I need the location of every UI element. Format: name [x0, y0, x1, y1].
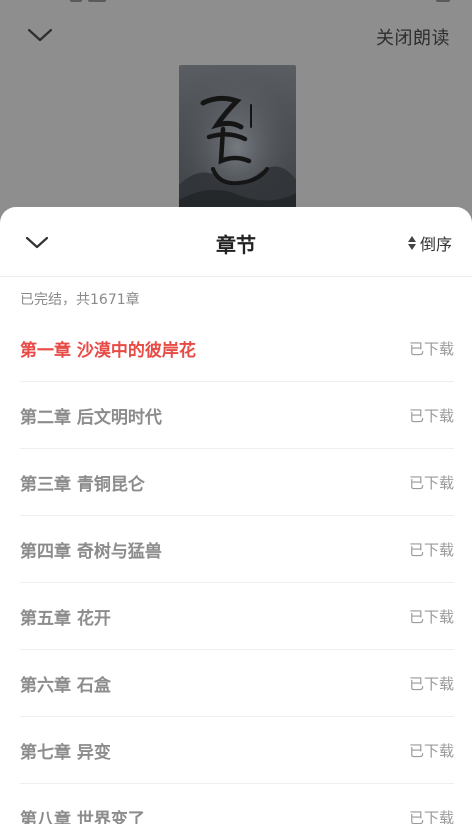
- chapter-title: 第三章 青铜昆仑: [20, 474, 145, 495]
- sheet-title: 章节: [216, 233, 256, 257]
- chapter-row[interactable]: 第五章 花开 已下载: [20, 583, 454, 650]
- chapter-title: 第四章 奇树与猛兽: [20, 541, 162, 562]
- download-status: 已下载: [408, 674, 454, 693]
- chapter-title: 第七章 异变: [20, 742, 111, 763]
- status-icon: [70, 0, 82, 2]
- status-icon: [88, 0, 106, 2]
- download-status: 已下载: [408, 406, 454, 425]
- chapter-row[interactable]: 第七章 异变 已下载: [20, 717, 454, 784]
- chevron-down-icon[interactable]: [24, 22, 56, 48]
- download-status: 已下载: [408, 741, 454, 760]
- chapter-row[interactable]: 第六章 石盒 已下载: [20, 650, 454, 717]
- battery-icon: [436, 0, 450, 2]
- book-summary: 已完结，共1671章: [20, 292, 140, 308]
- chapter-row[interactable]: 第八章 世界变了 已下载: [20, 784, 454, 824]
- chapter-title: 第一章 沙漠中的彼岸花: [20, 340, 196, 361]
- chapter-row[interactable]: 第四章 奇树与猛兽 已下载: [20, 516, 454, 583]
- chapter-sheet: 章节 倒序 已完结，共1671章 第一章 沙漠中的彼岸花 已下载 第二章 后文明…: [0, 207, 472, 824]
- chapter-row[interactable]: 第三章 青铜昆仑 已下载: [20, 449, 454, 516]
- chapter-list: 第一章 沙漠中的彼岸花 已下载 第二章 后文明时代 已下载 第三章 青铜昆仑 已…: [0, 315, 472, 824]
- player-backdrop: 关闭朗读: [0, 0, 472, 240]
- cover-art: [179, 65, 296, 215]
- sort-toggle-button[interactable]: 倒序: [407, 231, 452, 255]
- sheet-header: 章节 倒序: [0, 207, 472, 277]
- book-cover: [179, 65, 296, 215]
- close-reading-button[interactable]: 关闭朗读: [376, 24, 450, 50]
- status-bar: [0, 0, 472, 2]
- download-status: 已下载: [408, 339, 454, 358]
- download-status: 已下载: [408, 607, 454, 626]
- download-status: 已下载: [408, 808, 454, 824]
- download-status: 已下载: [408, 473, 454, 492]
- chapter-row[interactable]: 第一章 沙漠中的彼岸花 已下载: [20, 315, 454, 382]
- sort-icon: [407, 236, 416, 250]
- chapter-title: 第五章 花开: [20, 608, 111, 629]
- chapter-title: 第六章 石盒: [20, 675, 111, 696]
- sort-label: 倒序: [419, 235, 452, 254]
- download-status: 已下载: [408, 540, 454, 559]
- chapter-row[interactable]: 第二章 后文明时代 已下载: [20, 382, 454, 449]
- chapter-title: 第二章 后文明时代: [20, 407, 162, 428]
- chapter-title: 第八章 世界变了: [20, 809, 145, 824]
